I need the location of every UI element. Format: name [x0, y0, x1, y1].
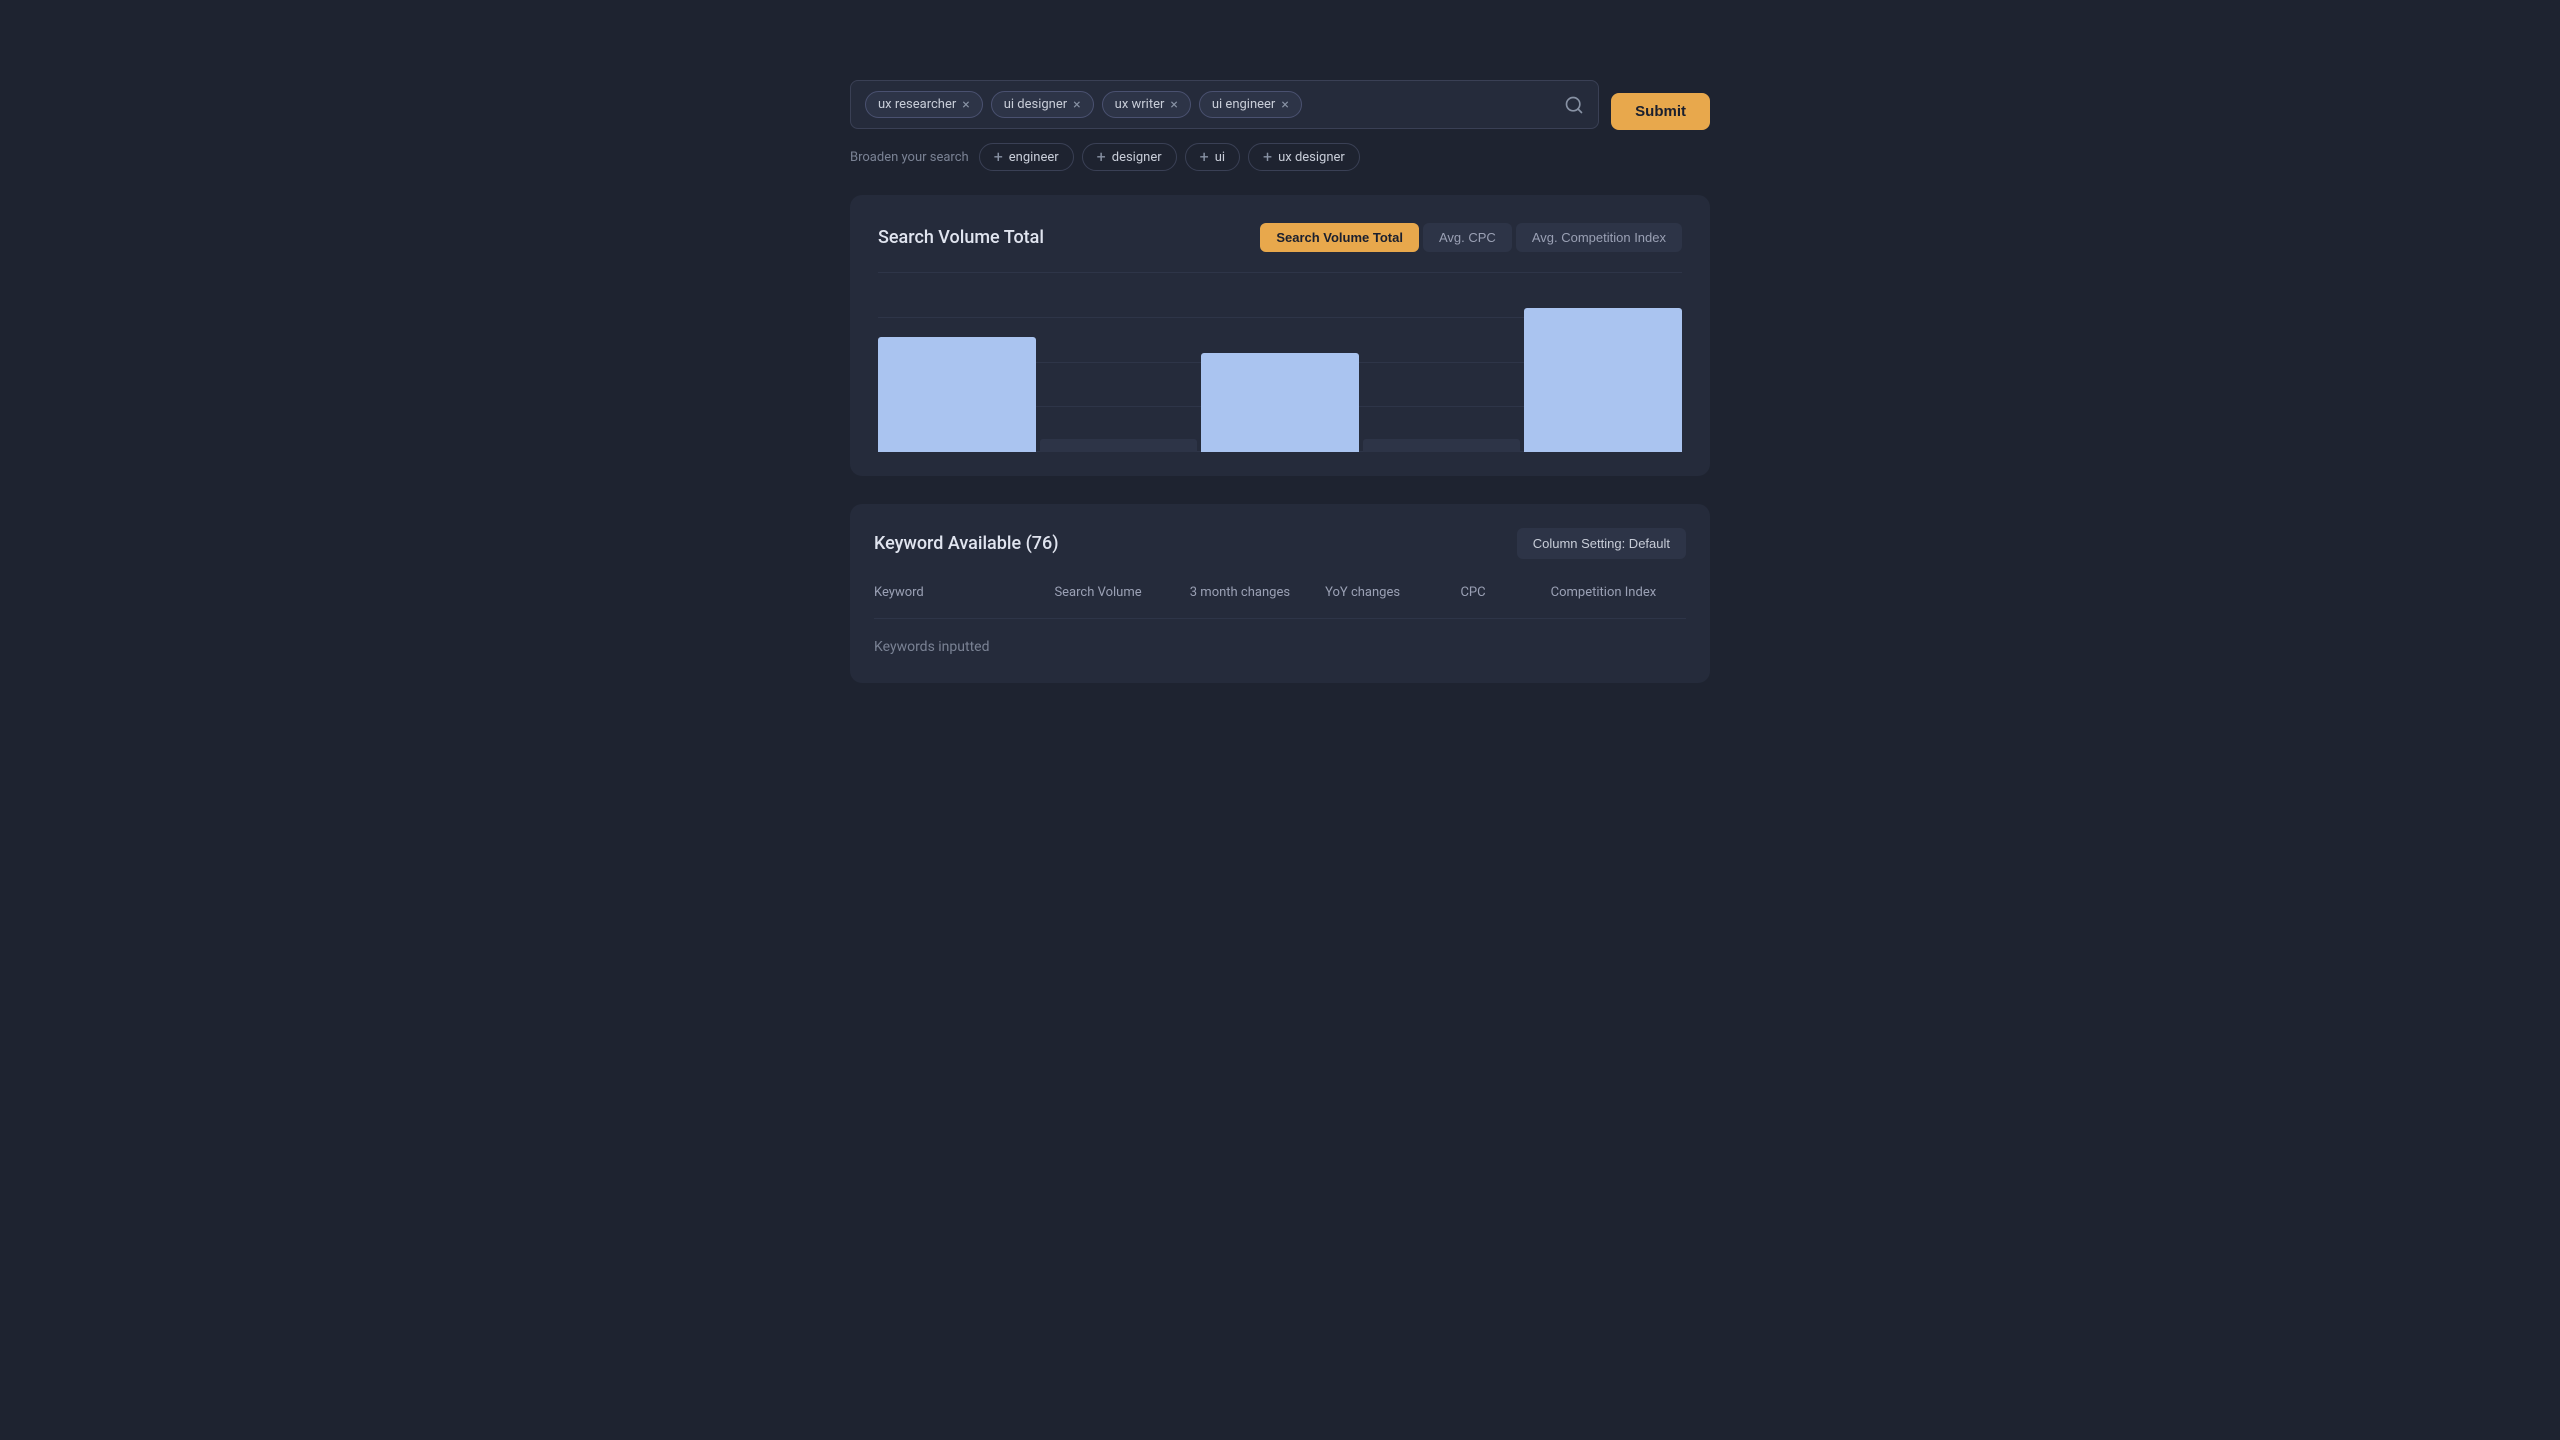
chart-tabs: Search Volume TotalAvg. CPCAvg. Competit…	[1260, 223, 1682, 252]
table-header-row: Keyword Available (76) Column Setting: D…	[874, 528, 1686, 559]
search-icon-btn[interactable]	[1564, 95, 1584, 115]
search-tag-tag-ux-writer: ux writer ×	[1102, 91, 1191, 118]
search-tag-tag-ui-designer: ui designer ×	[991, 91, 1094, 118]
bar-1	[1040, 439, 1198, 452]
column-setting-button[interactable]: Column Setting: Default	[1517, 528, 1686, 559]
chart-section: Search Volume Total Search Volume TotalA…	[850, 195, 1710, 476]
search-bar: ux researcher ×ui designer ×ux writer ×u…	[850, 80, 1599, 129]
table-columns-header: KeywordSearch Volume3 month changesYoY c…	[874, 577, 1686, 619]
chart-tab-tab-avg-cpc[interactable]: Avg. CPC	[1423, 223, 1512, 252]
tag-remove-btn[interactable]: ×	[1170, 98, 1177, 112]
submit-button[interactable]: Submit	[1611, 93, 1710, 130]
bar-4	[1524, 308, 1682, 452]
bar-chart	[878, 272, 1682, 452]
keywords-inputted-label: Keywords inputted	[874, 631, 1686, 663]
col-header-col-keyword[interactable]: Keyword	[874, 577, 1054, 608]
col-header-col-competition[interactable]: Competition Index	[1551, 577, 1686, 608]
broaden-tag-sugg-engineer[interactable]: + engineer	[979, 143, 1074, 171]
search-input[interactable]	[1310, 97, 1556, 113]
search-tag-tag-ui-engineer: ui engineer ×	[1199, 91, 1302, 118]
chart-tab-tab-search-volume[interactable]: Search Volume Total	[1260, 223, 1419, 252]
col-header-col-yoy[interactable]: YoY changes	[1325, 577, 1460, 608]
chart-title: Search Volume Total	[878, 227, 1044, 248]
plus-icon: +	[1263, 149, 1272, 165]
grid-line	[878, 272, 1682, 273]
broaden-tag-label: designer	[1112, 150, 1162, 165]
tag-label: ux writer	[1115, 97, 1165, 112]
broaden-tag-sugg-ui[interactable]: + ui	[1185, 143, 1240, 171]
tag-remove-btn[interactable]: ×	[1073, 98, 1080, 112]
chart-tab-tab-avg-competition[interactable]: Avg. Competition Index	[1516, 223, 1682, 252]
broaden-tag-label: ux designer	[1278, 150, 1345, 165]
table-section: Keyword Available (76) Column Setting: D…	[850, 504, 1710, 683]
tag-remove-btn[interactable]: ×	[962, 98, 969, 112]
plus-icon: +	[1200, 149, 1209, 165]
tag-remove-btn[interactable]: ×	[1281, 98, 1288, 112]
col-header-col-cpc[interactable]: CPC	[1460, 577, 1550, 608]
search-icon	[1564, 95, 1584, 115]
main-container: ux researcher ×ui designer ×ux writer ×u…	[850, 80, 1710, 1360]
col-header-col-search-volume[interactable]: Search Volume	[1054, 577, 1189, 608]
col-header-col-3month[interactable]: 3 month changes	[1190, 577, 1325, 608]
broaden-search-row: Broaden your search + engineer+ designer…	[850, 143, 1710, 171]
search-section: ux researcher ×ui designer ×ux writer ×u…	[850, 80, 1710, 171]
bars-container	[878, 292, 1682, 452]
plus-icon: +	[1097, 149, 1106, 165]
plus-icon: +	[994, 149, 1003, 165]
tag-label: ui engineer	[1212, 97, 1275, 112]
broaden-tag-label: engineer	[1009, 150, 1059, 165]
broaden-tag-sugg-designer[interactable]: + designer	[1082, 143, 1177, 171]
bar-3	[1363, 439, 1521, 452]
search-tag-tag-ux-researcher: ux researcher ×	[865, 91, 983, 118]
bar-0	[878, 337, 1036, 452]
tag-label: ux researcher	[878, 97, 956, 112]
broaden-tag-label: ui	[1215, 150, 1225, 165]
bar-2	[1201, 353, 1359, 452]
broaden-tag-sugg-ux-designer[interactable]: + ux designer	[1248, 143, 1360, 171]
broaden-label: Broaden your search	[850, 150, 969, 165]
table-title: Keyword Available (76)	[874, 533, 1059, 554]
tag-label: ui designer	[1004, 97, 1067, 112]
chart-header: Search Volume Total Search Volume TotalA…	[878, 223, 1682, 252]
